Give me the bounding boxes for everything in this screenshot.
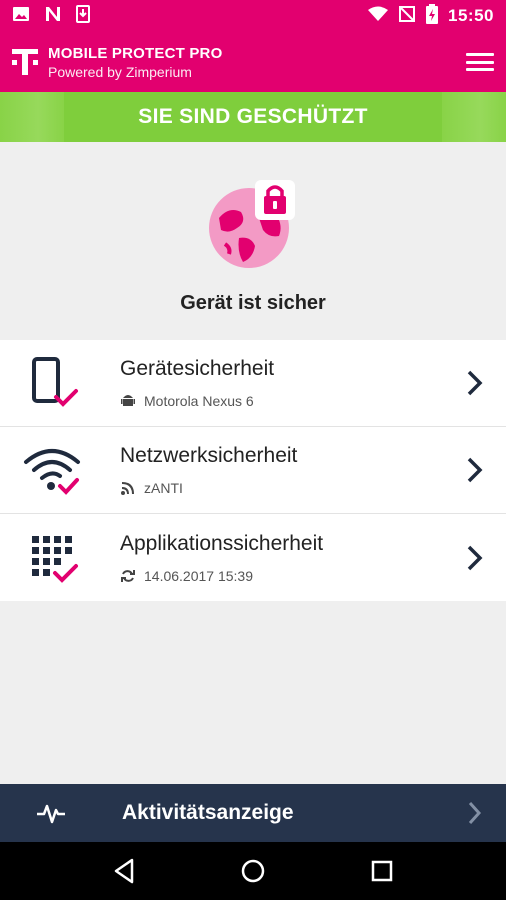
list-item-network-security[interactable]: Netzwerksicherheit zANTI — [0, 427, 506, 514]
chevron-right-icon — [464, 543, 486, 573]
apps-check-icon — [22, 528, 82, 588]
security-list: Gerätesicherheit Motorola Nexus 6 Netzwe — [0, 340, 506, 601]
download-icon — [76, 4, 90, 28]
battery-charging-icon — [426, 3, 439, 29]
banner-text: SIE SIND GESCHÜTZT — [138, 105, 368, 128]
item-subtext: Motorola Nexus 6 — [144, 393, 254, 409]
device-check-icon — [22, 353, 82, 413]
back-icon[interactable] — [109, 856, 139, 886]
list-item-app-security[interactable]: Applikationssicherheit 14.06.2017 15:39 — [0, 514, 506, 601]
app-bar: MOBILE PROTECT PRO Powered by Zimperium — [0, 32, 506, 92]
android-icon — [120, 393, 136, 409]
clock: 15:50 — [448, 6, 494, 25]
no-sim-icon — [398, 5, 416, 28]
item-label: Gerätesicherheit — [120, 357, 275, 380]
device-status-text: Gerät ist sicher — [180, 292, 326, 314]
chevron-right-icon — [464, 455, 486, 485]
hero-section: Gerät ist sicher — [0, 142, 506, 340]
item-label: Applikationssicherheit — [120, 531, 324, 555]
list-item-device-security[interactable]: Gerätesicherheit Motorola Nexus 6 — [0, 340, 506, 427]
wifi-signal-icon — [120, 480, 136, 496]
pulse-icon — [36, 798, 66, 828]
recents-icon[interactable] — [367, 856, 397, 886]
home-icon[interactable] — [238, 856, 268, 886]
item-subtext: zANTI — [144, 480, 183, 496]
hamburger-menu-icon[interactable] — [466, 51, 494, 73]
activity-bar[interactable]: Aktivitätsanzeige — [0, 784, 506, 842]
globe-lock-icon — [207, 178, 299, 270]
app-subtitle: Powered by Zimperium — [48, 63, 192, 80]
sync-icon — [120, 568, 136, 584]
chevron-right-icon — [464, 368, 486, 398]
wifi-check-icon — [22, 440, 82, 500]
protection-status-banner: SIE SIND GESCHÜTZT — [0, 92, 506, 142]
item-label: Netzwerksicherheit — [120, 444, 298, 467]
telekom-logo-icon — [12, 47, 38, 77]
status-bar: 15:50 — [0, 0, 506, 32]
chevron-right-icon — [466, 800, 484, 826]
app-title: MOBILE PROTECT PRO — [48, 44, 223, 62]
system-nav-bar — [0, 842, 506, 900]
gallery-icon — [12, 5, 30, 28]
n-notification-icon — [44, 5, 62, 28]
wifi-icon — [368, 6, 389, 27]
item-subtext: 14.06.2017 15:39 — [144, 567, 253, 584]
activity-label: Aktivitätsanzeige — [122, 801, 294, 824]
